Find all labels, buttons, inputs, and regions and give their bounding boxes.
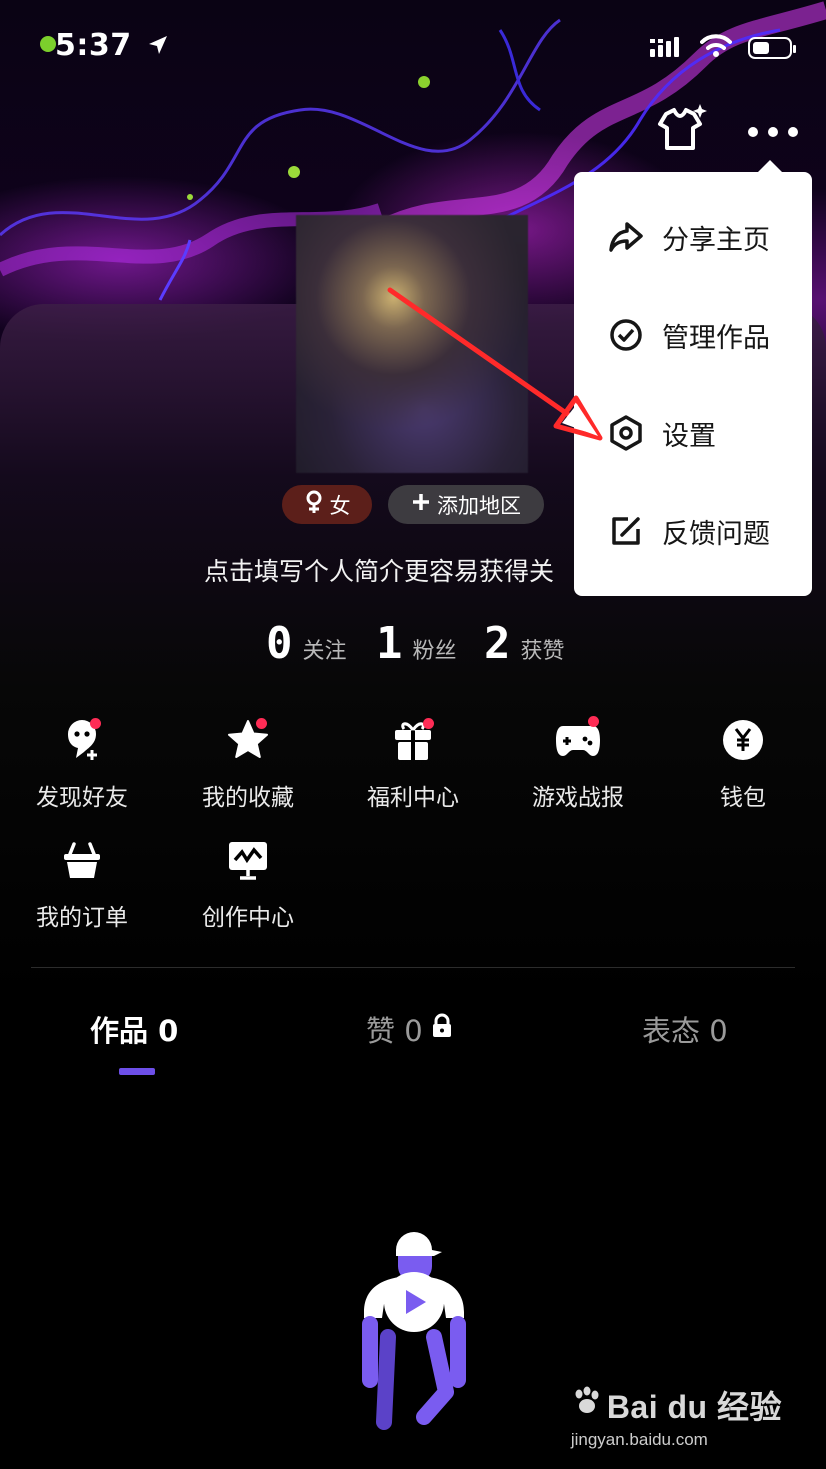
notification-dot — [423, 718, 434, 729]
more-options-icon[interactable] — [746, 124, 802, 143]
add-region-button[interactable]: 添加地区 — [388, 485, 544, 524]
menu-item-label: 管理作品 — [662, 322, 770, 354]
active-tab-indicator — [119, 1068, 155, 1075]
tab-likes[interactable]: 赞 0 — [366, 1008, 453, 1050]
stat-followers-label: 粉丝 — [412, 639, 457, 664]
watermark-brand: Bai du 经验 — [606, 1389, 782, 1425]
notification-dot — [90, 718, 101, 729]
watermark-url: jingyan.baidu.com — [570, 1430, 708, 1449]
feedback-edit-icon — [608, 513, 644, 549]
settings-hex-icon — [608, 415, 644, 451]
plus-icon — [411, 492, 431, 517]
stat-likes[interactable]: 2 获赞 — [484, 618, 565, 669]
stat-likes-label: 获赞 — [520, 639, 565, 664]
tab-reactions-label: 表态 0 — [642, 1014, 728, 1048]
tab-works-label: 作品 0 — [90, 1014, 179, 1048]
wifi-icon — [700, 34, 732, 62]
menu-item-feedback[interactable]: 反馈问题 — [574, 482, 812, 580]
cellular-signal-icon — [650, 35, 684, 61]
yuan-icon — [673, 716, 813, 764]
shortcut-label: 我的收藏 — [202, 785, 294, 811]
baidu-paw-logo — [571, 1386, 603, 1424]
tab-works[interactable]: 作品 0 — [90, 1008, 178, 1050]
gamepad-icon — [508, 716, 648, 764]
gender-tag[interactable]: 女 — [282, 485, 372, 524]
notification-dot — [588, 716, 599, 727]
basket-icon — [12, 836, 152, 884]
stat-followers[interactable]: 1 粉丝 — [376, 618, 457, 669]
shortcut-welfare-center[interactable]: 福利中心 — [343, 716, 483, 812]
shortcut-label: 钱包 — [720, 785, 766, 811]
shortcut-label: 发现好友 — [36, 785, 128, 811]
divider — [31, 967, 795, 968]
outfit-shirt-icon[interactable] — [652, 104, 708, 158]
empty-state-illustration — [354, 1232, 474, 1446]
shortcut-label: 游戏战报 — [532, 785, 624, 811]
location-arrow-icon — [147, 29, 169, 64]
shortcut-label: 我的订单 — [36, 905, 128, 931]
menu-item-label: 分享主页 — [662, 224, 770, 256]
menu-item-label: 反馈问题 — [662, 518, 770, 550]
baidu-jingyan-watermark: Bai du 经验 jingyan.baidu.com — [571, 1382, 782, 1450]
creator-monitor-icon — [178, 836, 318, 884]
lock-icon — [431, 1012, 453, 1046]
star-icon — [178, 716, 318, 764]
gift-icon — [343, 716, 483, 764]
shortcut-label: 创作中心 — [202, 905, 294, 931]
stat-following-label: 关注 — [302, 639, 347, 664]
shortcut-game-report[interactable]: 游戏战报 — [508, 716, 648, 812]
battery-icon — [748, 37, 796, 59]
tab-reactions[interactable]: 表态 0 — [642, 1008, 728, 1050]
stat-following[interactable]: 0 关注 — [266, 618, 347, 669]
shortcut-my-orders[interactable]: 我的订单 — [12, 836, 152, 932]
notification-dot — [256, 718, 267, 729]
share-icon — [608, 219, 644, 255]
status-time: 5:37 — [55, 28, 169, 64]
female-icon — [304, 490, 324, 519]
stat-following-count: 0 — [266, 618, 293, 669]
shortcut-label: 福利中心 — [367, 785, 459, 811]
status-indicators — [650, 34, 796, 62]
shortcut-find-friends[interactable]: 发现好友 — [12, 716, 152, 812]
add-region-label: 添加地区 — [437, 493, 521, 518]
stat-likes-count: 2 — [484, 618, 511, 669]
gender-label: 女 — [329, 493, 351, 518]
shortcut-wallet[interactable]: 钱包 — [673, 716, 813, 812]
shortcut-favorites[interactable]: 我的收藏 — [178, 716, 318, 812]
stat-followers-count: 1 — [376, 618, 403, 669]
shortcut-creator-center[interactable]: 创作中心 — [178, 836, 318, 932]
menu-item-share-profile[interactable]: 分享主页 — [574, 188, 812, 286]
annotation-arrow — [380, 280, 610, 454]
find-friends-icon — [12, 716, 152, 764]
check-circle-icon — [608, 317, 644, 353]
tab-likes-label: 赞 0 — [366, 1014, 423, 1048]
menu-item-label: 设置 — [662, 420, 716, 452]
